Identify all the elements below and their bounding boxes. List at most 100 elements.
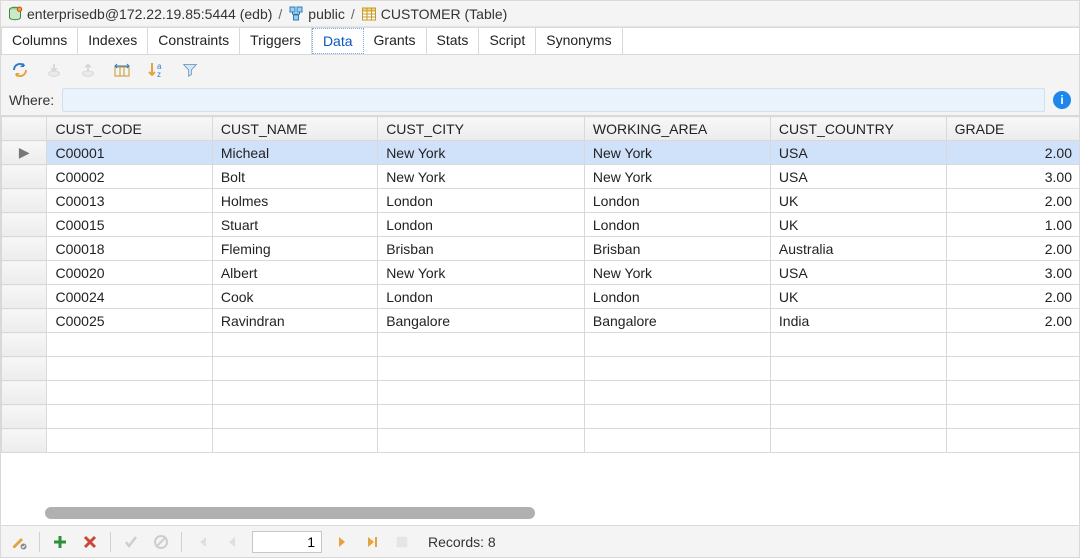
first-page-button[interactable] (192, 532, 212, 552)
delete-row-button[interactable] (80, 532, 100, 552)
cell[interactable]: Australia (770, 237, 946, 261)
table-row[interactable]: C00013HolmesLondonLondonUK2.00 (2, 189, 1080, 213)
export-button[interactable] (77, 59, 99, 81)
row-header[interactable] (2, 261, 47, 285)
row-header[interactable] (2, 285, 47, 309)
tab-constraints[interactable]: Constraints (148, 28, 240, 54)
breadcrumb-db[interactable]: enterprisedb@172.22.19.85:5444 (edb) (7, 6, 272, 22)
cell[interactable]: Bangalore (584, 309, 770, 333)
row-header[interactable] (2, 237, 47, 261)
cell[interactable]: USA (770, 261, 946, 285)
cell[interactable]: New York (584, 261, 770, 285)
tab-grants[interactable]: Grants (364, 28, 427, 54)
cell[interactable]: 3.00 (946, 165, 1079, 189)
column-header-cust_city[interactable]: CUST_CITY (378, 117, 585, 141)
tab-data[interactable]: Data (312, 28, 364, 54)
cell[interactable]: New York (378, 141, 585, 165)
tab-stats[interactable]: Stats (427, 28, 480, 54)
edit-button[interactable] (9, 532, 29, 552)
cell[interactable]: New York (584, 141, 770, 165)
row-header-corner[interactable] (2, 117, 47, 141)
table-row[interactable]: C00024CookLondonLondonUK2.00 (2, 285, 1080, 309)
tab-script[interactable]: Script (479, 28, 536, 54)
cell[interactable]: New York (378, 165, 585, 189)
column-header-cust_code[interactable]: CUST_CODE (47, 117, 212, 141)
table-row[interactable]: C00020AlbertNew YorkNew YorkUSA3.00 (2, 261, 1080, 285)
cell[interactable]: London (378, 189, 585, 213)
row-header[interactable] (2, 213, 47, 237)
cell[interactable]: 2.00 (946, 285, 1079, 309)
breadcrumb-table[interactable]: CUSTOMER (Table) (361, 6, 508, 22)
refresh-button[interactable] (9, 59, 31, 81)
horizontal-scrollbar[interactable] (45, 507, 535, 519)
cell[interactable]: 1.00 (946, 213, 1079, 237)
cell[interactable]: Fleming (212, 237, 377, 261)
cell[interactable]: London (378, 213, 585, 237)
column-header-cust_name[interactable]: CUST_NAME (212, 117, 377, 141)
cell[interactable]: UK (770, 189, 946, 213)
table-row[interactable]: ▶C00001MichealNew YorkNew YorkUSA2.00 (2, 141, 1080, 165)
row-header[interactable] (2, 309, 47, 333)
cell[interactable]: UK (770, 213, 946, 237)
last-page-button[interactable] (362, 532, 382, 552)
column-header-working_area[interactable]: WORKING_AREA (584, 117, 770, 141)
column-header-grade[interactable]: GRADE (946, 117, 1079, 141)
sort-button[interactable]: az (145, 59, 167, 81)
cell[interactable]: London (584, 213, 770, 237)
cell[interactable]: C00015 (47, 213, 212, 237)
row-header[interactable] (2, 165, 47, 189)
column-header-cust_country[interactable]: CUST_COUNTRY (770, 117, 946, 141)
cell[interactable]: Ravindran (212, 309, 377, 333)
tab-indexes[interactable]: Indexes (78, 28, 148, 54)
cell[interactable]: C00002 (47, 165, 212, 189)
cell[interactable]: USA (770, 165, 946, 189)
fit-columns-button[interactable] (111, 59, 133, 81)
prev-page-button[interactable] (222, 532, 242, 552)
page-input[interactable] (252, 531, 322, 553)
cell[interactable]: C00018 (47, 237, 212, 261)
cell[interactable]: New York (378, 261, 585, 285)
rollback-button[interactable] (151, 532, 171, 552)
row-header[interactable]: ▶ (2, 141, 47, 165)
next-page-button[interactable] (332, 532, 352, 552)
table-row[interactable]: C00025RavindranBangaloreBangaloreIndia2.… (2, 309, 1080, 333)
cell[interactable]: India (770, 309, 946, 333)
cell[interactable]: UK (770, 285, 946, 309)
cell[interactable]: London (584, 285, 770, 309)
stop-button[interactable] (392, 532, 412, 552)
commit-button[interactable] (121, 532, 141, 552)
cell[interactable]: USA (770, 141, 946, 165)
info-icon[interactable]: i (1053, 91, 1071, 109)
data-grid[interactable]: CUST_CODECUST_NAMECUST_CITYWORKING_AREAC… (1, 115, 1079, 525)
add-row-button[interactable] (50, 532, 70, 552)
table-row[interactable]: C00018FlemingBrisbanBrisbanAustralia2.00 (2, 237, 1080, 261)
table-row[interactable]: C00015StuartLondonLondonUK1.00 (2, 213, 1080, 237)
cell[interactable]: Brisban (584, 237, 770, 261)
cell[interactable]: Cook (212, 285, 377, 309)
cell[interactable]: Holmes (212, 189, 377, 213)
cell[interactable]: 2.00 (946, 309, 1079, 333)
cell[interactable]: C00013 (47, 189, 212, 213)
cell[interactable]: C00001 (47, 141, 212, 165)
cell[interactable]: Bangalore (378, 309, 585, 333)
where-input[interactable] (62, 88, 1045, 112)
row-header[interactable] (2, 189, 47, 213)
cell[interactable]: Stuart (212, 213, 377, 237)
cell[interactable]: 2.00 (946, 189, 1079, 213)
cell[interactable]: C00025 (47, 309, 212, 333)
cell[interactable]: New York (584, 165, 770, 189)
cell[interactable]: Brisban (378, 237, 585, 261)
breadcrumb-schema[interactable]: public (288, 6, 345, 22)
cell[interactable]: Albert (212, 261, 377, 285)
cell[interactable]: C00024 (47, 285, 212, 309)
cell[interactable]: Bolt (212, 165, 377, 189)
import-button[interactable] (43, 59, 65, 81)
table-row[interactable]: C00002BoltNew YorkNew YorkUSA3.00 (2, 165, 1080, 189)
cell[interactable]: C00020 (47, 261, 212, 285)
tab-triggers[interactable]: Triggers (240, 28, 312, 54)
cell[interactable]: 2.00 (946, 141, 1079, 165)
filter-button[interactable] (179, 59, 201, 81)
cell[interactable]: 3.00 (946, 261, 1079, 285)
cell[interactable]: London (378, 285, 585, 309)
cell[interactable]: Micheal (212, 141, 377, 165)
